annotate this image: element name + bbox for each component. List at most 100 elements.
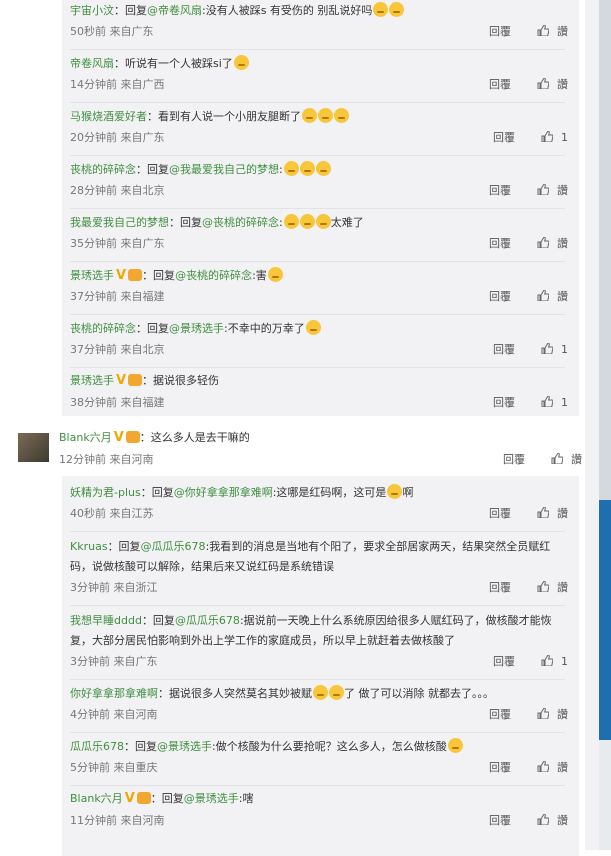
reply-actions: 回覆 1: [493, 129, 568, 145]
reply-username[interactable]: 丧桃的碎碎念: [70, 163, 136, 176]
reply-username[interactable]: Kkruas: [70, 540, 108, 553]
like-count[interactable]: 讚: [557, 184, 568, 197]
like-count[interactable]: 讚: [571, 453, 582, 466]
reply-username[interactable]: 马猴烧酒爱好者: [70, 110, 147, 123]
thumbs-up-icon[interactable]: [537, 78, 549, 89]
like-count[interactable]: 讚: [557, 708, 568, 721]
mention-link[interactable]: @瓜瓜乐678: [175, 614, 240, 627]
reply-actions: 回覆 讚: [489, 235, 568, 251]
reply-button[interactable]: 回覆: [489, 78, 511, 91]
reply-actions: 回覆 讚: [489, 182, 568, 198]
thumbs-up-icon[interactable]: [537, 25, 549, 36]
like-count[interactable]: 1: [561, 396, 568, 409]
reply-actions: 回覆 讚: [489, 23, 568, 39]
like-count[interactable]: 讚: [557, 507, 568, 520]
like-count[interactable]: 讚: [557, 237, 568, 250]
reply-prefix: ：回复: [136, 163, 169, 176]
reply-username[interactable]: Blank六月: [70, 792, 123, 805]
reply-text: 丧桃的碎碎念：回复@景琇选手:不幸中的万幸了: [70, 320, 321, 337]
main-comment: Blank六月 V ：这么多人是去干嘛的 12分钟前 来自河南 回覆 讚: [18, 428, 582, 474]
reply-item: 马猴烧酒爱好者：看到有人说一个小朋友腿断了 20分钟前 来自广东 回覆 1: [70, 103, 568, 156]
reply-meta: 38分钟前 来自福建: [70, 396, 165, 409]
mention-link[interactable]: @我最爱我自己的梦想: [169, 163, 279, 176]
like-count[interactable]: 1: [561, 655, 568, 668]
mention-link[interactable]: @丧桃的碎碎念: [202, 216, 279, 229]
comment-body: ：这么多人是去干嘛的: [139, 431, 250, 444]
verified-badge-icon: V: [113, 430, 124, 445]
thumbs-up-icon[interactable]: [537, 507, 549, 518]
reply-username[interactable]: 你好拿拿那拿难啊: [70, 687, 158, 700]
mention-link[interactable]: @景琇选手: [169, 322, 224, 335]
reply-username[interactable]: 我最爱我自己的梦想: [70, 216, 169, 229]
reply-body: ：据说很多人突然莫名其妙被赋: [158, 687, 312, 700]
like-count[interactable]: 讚: [557, 581, 568, 594]
reply-button[interactable]: 回覆: [489, 237, 511, 250]
reply-actions: 回覆 1: [493, 653, 568, 669]
avatar[interactable]: [18, 433, 49, 462]
like-count[interactable]: 讚: [557, 761, 568, 774]
reply-body: :这哪是红码啊，这可是: [272, 486, 387, 499]
reply-meta: 35分钟前 来自广东: [70, 237, 165, 250]
reply-text: Blank六月 V ：回复@景琇选手:嗐: [70, 791, 253, 807]
thumbs-up-icon[interactable]: [551, 453, 563, 464]
comment-username[interactable]: Blank六月: [59, 431, 112, 444]
mention-link[interactable]: @景琇选手: [184, 792, 239, 805]
reply-actions: 回覆 讚: [489, 812, 568, 828]
reply-body-tail: 太难了: [330, 216, 364, 229]
thumbs-up-icon[interactable]: [541, 131, 553, 142]
reply-actions: 回覆 1: [493, 394, 568, 410]
reply-button[interactable]: 回覆: [489, 708, 511, 721]
reply-thread-2: 妖精为君-plus：回复@你好拿拿那拿难啊:这哪是红码啊，这可是啊 40秒前 来自…: [62, 476, 579, 856]
reply-button[interactable]: 回覆: [489, 761, 511, 774]
reply-prefix: ：回复: [124, 740, 157, 753]
like-count[interactable]: 1: [561, 343, 568, 356]
thumbs-up-icon[interactable]: [537, 237, 549, 248]
reply-username[interactable]: 景琇选手: [70, 374, 114, 387]
reply-username[interactable]: 景琇选手: [70, 269, 114, 282]
reply-text: 你好拿拿那拿难啊：据说很多人突然莫名其妙被赋 了 做了可以消除 就都去了。。。: [70, 685, 494, 702]
like-count[interactable]: 讚: [557, 25, 568, 38]
reply-button[interactable]: 回覆: [489, 507, 511, 520]
reply-button[interactable]: 回覆: [489, 581, 511, 594]
reply-item: 我最爱我自己的梦想：回复@丧桃的碎碎念: 太难了 35分钟前 来自广东 回覆 讚: [70, 209, 568, 262]
reply-username[interactable]: 宇宙小汶: [70, 4, 114, 17]
reply-button[interactable]: 回覆: [493, 131, 515, 144]
reply-username[interactable]: 我想早睡dddd: [70, 614, 142, 627]
mention-link[interactable]: @景琇选手: [157, 740, 212, 753]
thumbs-up-icon[interactable]: [537, 708, 549, 719]
reply-button[interactable]: 回覆: [489, 290, 511, 303]
emoji-icon: [329, 685, 344, 700]
reply-username[interactable]: 妖精为君-plus: [70, 486, 141, 499]
reply-button[interactable]: 回覆: [493, 343, 515, 356]
reply-button[interactable]: 回覆: [489, 184, 511, 197]
reply-button[interactable]: 回覆: [493, 396, 515, 409]
thumbs-up-icon[interactable]: [537, 814, 549, 825]
thumbs-up-icon[interactable]: [537, 184, 549, 195]
mention-link[interactable]: @瓜瓜乐678: [141, 540, 206, 553]
mention-link[interactable]: @你好拿拿那拿难啊: [174, 486, 273, 499]
thumbs-up-icon[interactable]: [541, 396, 553, 407]
reply-item: 景琇选手 V ：回复@丧桃的碎碎念:害 37分钟前 来自福建 回覆 讚: [70, 262, 568, 315]
thumbs-up-icon[interactable]: [537, 761, 549, 772]
mention-link[interactable]: @丧桃的碎碎念: [175, 269, 252, 282]
thumbs-up-icon[interactable]: [537, 581, 549, 592]
reply-username[interactable]: 瓜瓜乐678: [70, 740, 124, 753]
crown-icon: [125, 431, 140, 443]
thumbs-up-icon[interactable]: [541, 655, 553, 666]
reply-body: ：据说很多轻伤: [142, 374, 220, 387]
like-count[interactable]: 讚: [557, 290, 568, 303]
reply-actions: 回覆 1: [493, 341, 568, 357]
like-count[interactable]: 讚: [557, 78, 568, 91]
thumbs-up-icon[interactable]: [537, 290, 549, 301]
like-count[interactable]: 1: [561, 131, 568, 144]
reply-username[interactable]: 丧桃的碎碎念: [70, 322, 136, 335]
like-count[interactable]: 讚: [557, 814, 568, 827]
thumbs-up-icon[interactable]: [541, 343, 553, 354]
reply-button[interactable]: 回覆: [503, 453, 525, 466]
reply-username[interactable]: 帝卷风扇: [70, 57, 114, 70]
reply-button[interactable]: 回覆: [489, 25, 511, 38]
mention-link[interactable]: @帝卷风扇: [147, 4, 202, 17]
emoji-icon: [299, 214, 315, 229]
reply-button[interactable]: 回覆: [489, 814, 511, 827]
reply-button[interactable]: 回覆: [493, 655, 515, 668]
